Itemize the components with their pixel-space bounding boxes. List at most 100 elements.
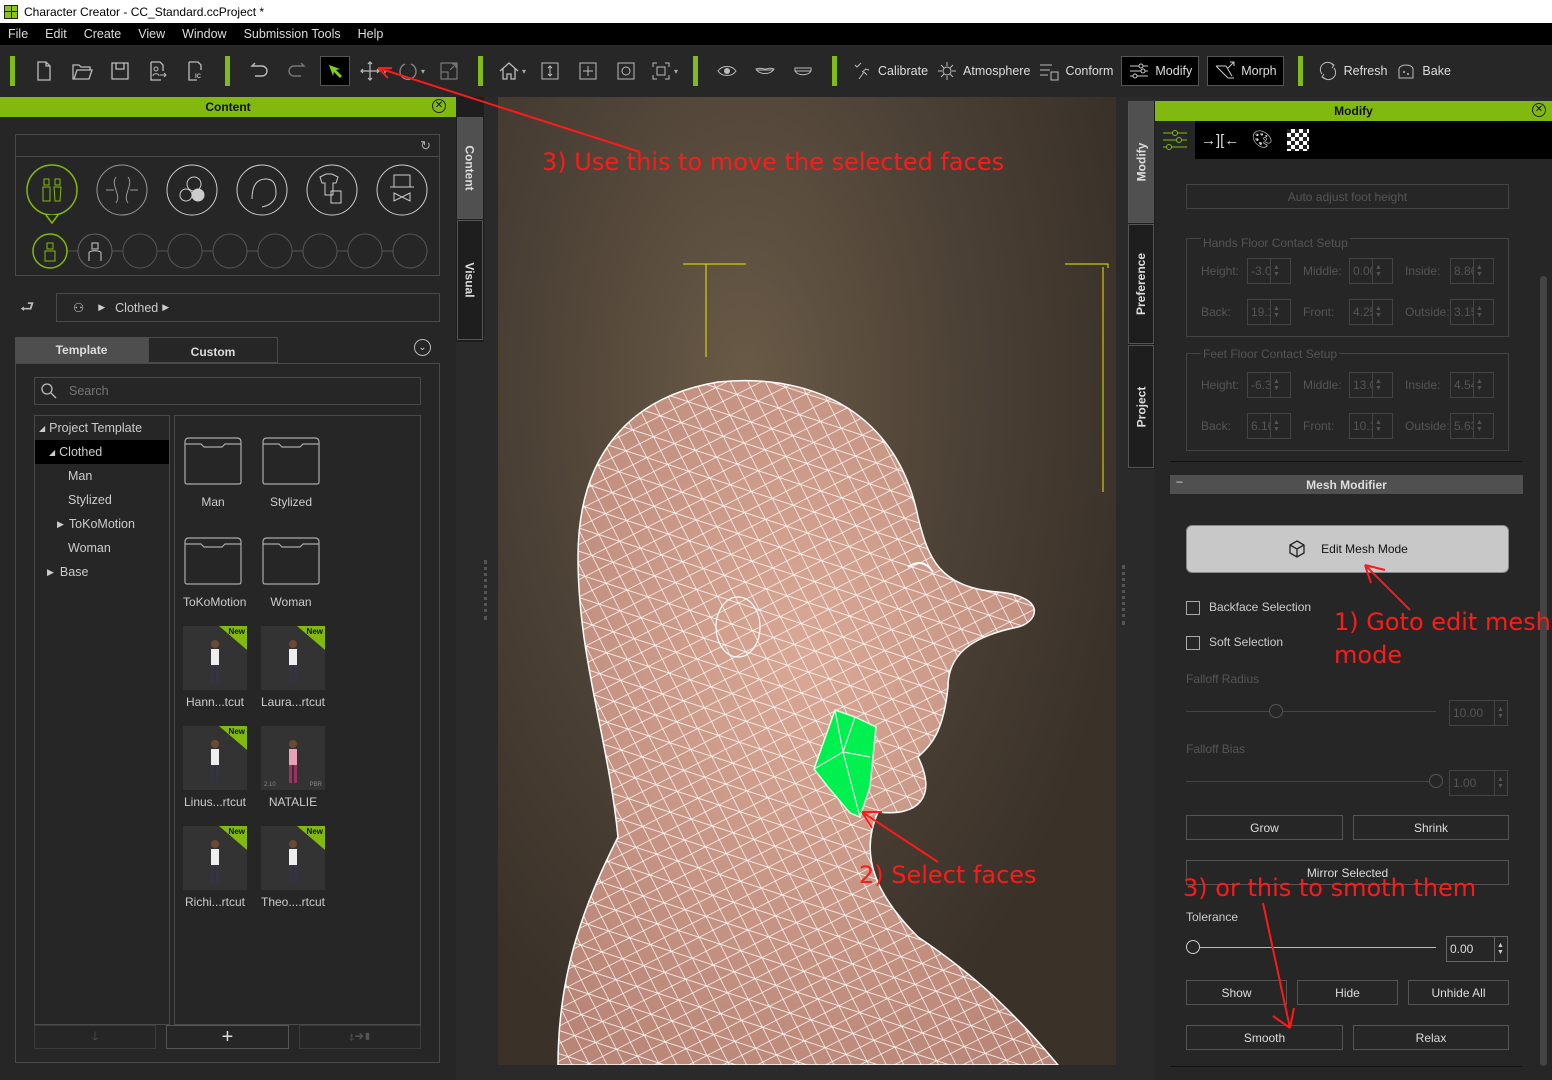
teeth-button[interactable] bbox=[788, 56, 818, 86]
character-template-item[interactable]: New Richi...rtcut bbox=[182, 826, 248, 916]
tolerance-track[interactable] bbox=[1186, 947, 1436, 948]
shrink-button[interactable]: Shrink bbox=[1353, 815, 1509, 840]
bake-button[interactable]: Bake bbox=[1395, 56, 1451, 86]
redo-button[interactable] bbox=[282, 56, 312, 86]
subtab-adjust-icon[interactable]: →][← bbox=[1201, 132, 1239, 149]
backface-selection-checkbox[interactable] bbox=[1186, 601, 1200, 615]
splitter-handle[interactable] bbox=[1122, 565, 1126, 625]
menu-file[interactable]: File bbox=[0, 27, 37, 41]
panel-scrollbar[interactable] bbox=[1540, 276, 1547, 1066]
folder-item[interactable]: Man bbox=[183, 436, 243, 516]
move-tool-button[interactable]: ▾ bbox=[358, 56, 388, 86]
tree-item-clothed[interactable]: ◢ Clothed bbox=[35, 440, 169, 464]
refresh-button[interactable]: Refresh bbox=[1317, 56, 1387, 86]
unhide-all-button[interactable]: Unhide All bbox=[1408, 980, 1509, 1005]
spin-arrows-icon[interactable]: ▲ ▼ bbox=[1473, 414, 1485, 438]
hands-field-spinbox[interactable]: 4.25▲▼ bbox=[1349, 299, 1393, 325]
collapse-icon[interactable]: − bbox=[1176, 475, 1183, 489]
frame-selected-button[interactable]: ▾ bbox=[649, 56, 679, 86]
side-tab-content[interactable]: Content bbox=[457, 117, 483, 219]
tree-item-project-template[interactable]: ◢ Project Template bbox=[35, 416, 169, 440]
pan-view-button[interactable] bbox=[573, 56, 603, 86]
side-tab-visual[interactable]: Visual bbox=[457, 220, 483, 340]
new-project-button[interactable] bbox=[29, 56, 59, 86]
menu-help[interactable]: Help bbox=[350, 27, 393, 41]
falloff-bias-slider[interactable] bbox=[1429, 774, 1443, 788]
tree-item-tokomotion[interactable]: ▶ ToKoMotion bbox=[35, 512, 169, 536]
home-view-button[interactable]: ▾ bbox=[497, 56, 527, 86]
conform-button[interactable]: Conform bbox=[1038, 56, 1113, 86]
add-button[interactable]: + bbox=[166, 1025, 289, 1049]
falloff-radius-spinbox[interactable]: 10.00 ▲ ▼ bbox=[1449, 700, 1508, 726]
search-field[interactable] bbox=[34, 377, 421, 405]
folder-item[interactable]: Stylized bbox=[261, 436, 321, 516]
menu-edit[interactable]: Edit bbox=[37, 27, 76, 41]
character-template-item[interactable]: New Theo....rtcut bbox=[260, 826, 326, 916]
feet-field-spinbox[interactable]: -6.3 ▲ ▼ bbox=[1247, 372, 1291, 398]
atmosphere-button[interactable]: Atmosphere bbox=[936, 56, 1030, 86]
grow-button[interactable]: Grow bbox=[1186, 815, 1343, 840]
spin-arrows-icon[interactable]: ▲ ▼ bbox=[1473, 373, 1485, 397]
show-button[interactable]: Show bbox=[1186, 980, 1287, 1005]
hands-field-spinbox[interactable]: 3.15▲▼ bbox=[1450, 299, 1494, 325]
character-template-item[interactable]: New Linus...rtcut bbox=[182, 726, 248, 816]
hands-field-spinbox[interactable]: 19.1▲▼ bbox=[1247, 299, 1291, 325]
spin-arrows-icon[interactable]: ▲ ▼ bbox=[1270, 300, 1282, 324]
edit-mesh-mode-button[interactable]: Edit Mesh Mode bbox=[1186, 525, 1509, 573]
tree-item-woman[interactable]: Woman bbox=[35, 536, 169, 560]
eye-button[interactable] bbox=[712, 56, 742, 86]
hands-field-spinbox[interactable]: 0.00▲▼ bbox=[1349, 258, 1393, 284]
menu-view[interactable]: View bbox=[130, 27, 174, 41]
spin-arrows-icon[interactable]: ▲ ▼ bbox=[1494, 937, 1506, 961]
open-project-button[interactable] bbox=[67, 56, 97, 86]
breadcrumb-clothed[interactable]: Clothed bbox=[115, 301, 158, 315]
smooth-button[interactable]: Smooth bbox=[1186, 1025, 1343, 1050]
close-icon[interactable]: ✕ bbox=[432, 99, 446, 113]
subtab-texture-icon[interactable] bbox=[1286, 129, 1309, 151]
save-project-button[interactable] bbox=[105, 56, 135, 86]
falloff-bias-track[interactable] bbox=[1186, 781, 1436, 782]
auto-adjust-foot-height-button[interactable]: Auto adjust foot height bbox=[1186, 184, 1509, 209]
falloff-bias-spinbox[interactable]: 1.00 ▲ ▼ bbox=[1449, 770, 1508, 796]
expand-options-icon[interactable]: ⌄ bbox=[414, 339, 431, 356]
calibrate-button[interactable]: Calibrate bbox=[851, 56, 928, 86]
lips-button[interactable] bbox=[750, 56, 780, 86]
scale-tool-button[interactable] bbox=[434, 56, 464, 86]
relax-button[interactable]: Relax bbox=[1353, 1025, 1509, 1050]
menu-submission-tools[interactable]: Submission Tools bbox=[236, 27, 350, 41]
3d-viewport[interactable] bbox=[498, 97, 1116, 1065]
folder-item[interactable]: Woman bbox=[261, 536, 321, 616]
refresh-icon[interactable]: ↻ bbox=[420, 138, 431, 154]
menu-window[interactable]: Window bbox=[174, 27, 235, 41]
spin-arrows-icon[interactable]: ▲ ▼ bbox=[1494, 701, 1506, 725]
export-character-button[interactable] bbox=[143, 56, 173, 86]
spin-arrows-icon[interactable]: ▲ ▼ bbox=[1473, 259, 1485, 283]
character-template-item[interactable]: New Hann...tcut bbox=[182, 626, 248, 716]
spin-arrows-icon[interactable]: ▲ ▼ bbox=[1270, 373, 1282, 397]
feet-field-spinbox[interactable]: 4.54▲▼ bbox=[1450, 372, 1494, 398]
hide-button[interactable]: Hide bbox=[1297, 980, 1398, 1005]
subtab-palette-icon[interactable]: 🎨︎ bbox=[1251, 130, 1273, 150]
export-ic-button[interactable]: IC bbox=[181, 56, 211, 86]
hands-field-spinbox[interactable]: -3.0:▲▼ bbox=[1247, 258, 1291, 284]
folder-item[interactable]: ToKoMotion bbox=[183, 536, 246, 616]
tree-item-base[interactable]: ▶ Base bbox=[35, 560, 169, 584]
spin-arrows-icon[interactable]: ▲ ▼ bbox=[1372, 300, 1384, 324]
spin-arrows-icon[interactable]: ▲ ▼ bbox=[1372, 259, 1384, 283]
modify-button[interactable]: Modify bbox=[1121, 56, 1200, 86]
tab-template[interactable]: Template bbox=[15, 337, 148, 363]
rotate-tool-button[interactable]: ▾ bbox=[396, 56, 426, 86]
character-template-item[interactable]: New Laura...rtcut bbox=[260, 626, 326, 716]
tolerance-slider[interactable] bbox=[1186, 940, 1200, 954]
feet-field-spinbox[interactable]: 13.0▲▼ bbox=[1349, 372, 1393, 398]
side-tab-project[interactable]: Project bbox=[1128, 345, 1154, 468]
search-input[interactable] bbox=[69, 384, 389, 398]
tree-item-man[interactable]: Man bbox=[35, 464, 169, 488]
tree-item-stylized[interactable]: Stylized bbox=[35, 488, 169, 512]
tab-custom[interactable]: Custom bbox=[148, 337, 278, 363]
falloff-radius-track[interactable] bbox=[1186, 711, 1436, 712]
spin-arrows-icon[interactable]: ▲ ▼ bbox=[1372, 414, 1384, 438]
download-button[interactable]: 🡓 bbox=[34, 1025, 156, 1049]
feet-field-spinbox[interactable]: 5.63▲▼ bbox=[1450, 413, 1494, 439]
undo-button[interactable] bbox=[244, 56, 274, 86]
